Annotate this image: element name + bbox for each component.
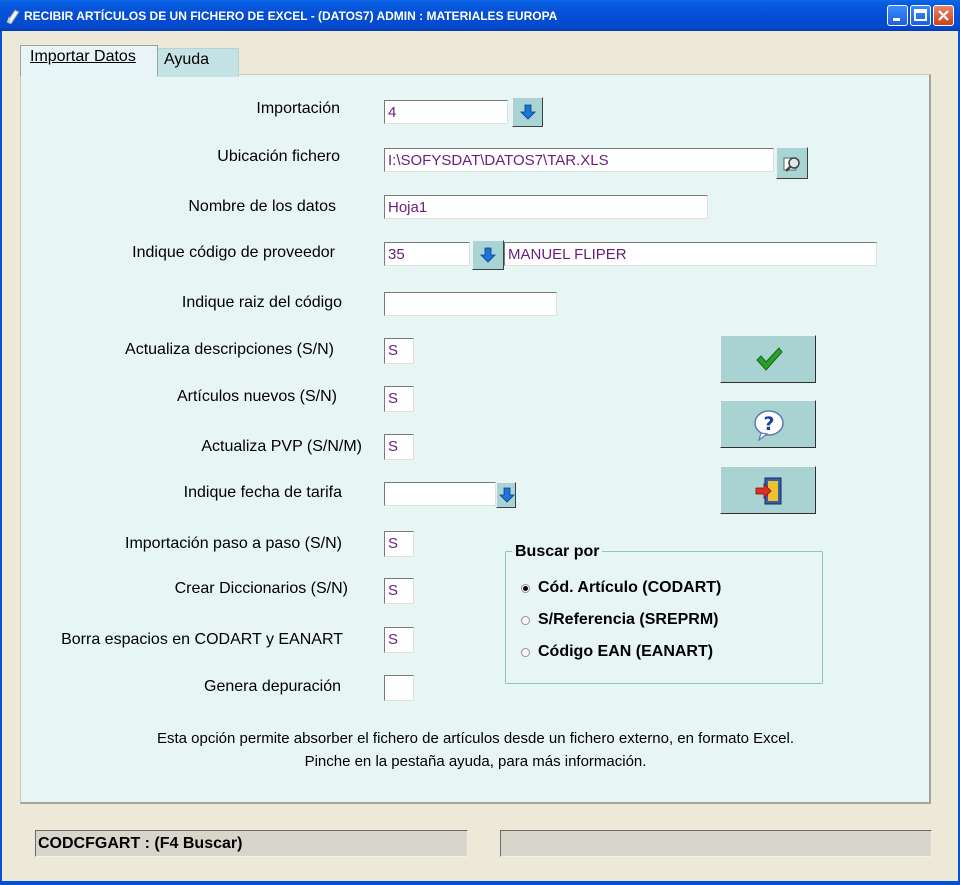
importacion-field[interactable]: 4 <box>384 100 508 124</box>
tab-importar-datos[interactable]: Importar Datos <box>20 45 158 76</box>
borra-espacios-field[interactable]: S <box>384 627 414 653</box>
buscar-por-title: Buscar por <box>512 543 603 561</box>
radio-codart[interactable] <box>521 584 530 593</box>
help-icon: ? <box>754 410 784 441</box>
proveedor-label: Indique código de proveedor <box>132 244 335 261</box>
search-file-icon <box>783 157 800 172</box>
arrow-down-icon <box>499 487 515 503</box>
fecha-tarifa-dropdown-button[interactable] <box>496 482 516 508</box>
articulos-nuevos-field[interactable]: S <box>384 386 414 412</box>
accept-button[interactable] <box>720 335 816 383</box>
minimize-button[interactable] <box>887 5 908 26</box>
actualiza-desc-field[interactable]: S <box>384 338 414 364</box>
diccionarios-label: Crear Diccionarios (S/N) <box>174 580 348 597</box>
nombre-datos-label: Nombre de los datos <box>188 198 336 215</box>
paso-a-paso-label: Importación paso a paso (S/N) <box>125 535 342 552</box>
fecha-tarifa-field[interactable] <box>384 482 496 506</box>
maximize-button[interactable] <box>910 5 931 26</box>
actualiza-pvp-label: Actualiza PVP (S/N/M) <box>201 438 362 455</box>
raiz-codigo-field[interactable] <box>384 292 557 316</box>
arrow-down-icon <box>480 247 496 263</box>
window-title: RECIBIR ARTÍCULOS DE UN FICHERO DE EXCEL… <box>24 9 558 23</box>
nombre-datos-field[interactable]: Hoja1 <box>384 195 708 219</box>
svg-text:?: ? <box>763 413 774 435</box>
tab-ayuda[interactable]: Ayuda <box>157 48 239 77</box>
depuracion-label: Genera depuración <box>204 678 341 695</box>
radio-eanart-label[interactable]: Código EAN (EANART) <box>538 643 713 661</box>
browse-file-button[interactable] <box>776 147 808 179</box>
fecha-tarifa-label: Indique fecha de tarifa <box>183 484 342 501</box>
tab-label: Ayuda <box>164 51 210 68</box>
importacion-dropdown-button[interactable] <box>512 97 543 127</box>
close-button[interactable] <box>933 5 954 26</box>
proveedor-code-field[interactable]: 35 <box>384 242 470 266</box>
diccionarios-field[interactable]: S <box>384 578 414 604</box>
actualiza-pvp-field[interactable]: S <box>384 434 414 460</box>
paso-a-paso-field[interactable]: S <box>384 531 414 557</box>
app-icon <box>6 9 20 24</box>
borra-espacios-label: Borra espacios en CODART y EANART <box>61 631 343 648</box>
proveedor-name-field: MANUEL FLIPER <box>504 242 877 266</box>
exit-button[interactable] <box>720 466 816 514</box>
tab-label: Importar Datos <box>30 48 136 65</box>
importacion-label: Importación <box>256 100 340 117</box>
radio-sreprm-label[interactable]: S/Referencia (SREPRM) <box>538 611 719 629</box>
status-left: CODCFGART : (F4 Buscar) <box>35 830 468 857</box>
actualiza-desc-label: Actualiza descripciones (S/N) <box>125 341 334 358</box>
status-right <box>500 830 932 857</box>
raiz-codigo-label: Indique raiz del código <box>181 294 342 311</box>
ubicacion-label: Ubicación fichero <box>217 148 340 165</box>
radio-sreprm[interactable] <box>521 616 530 625</box>
checkmark-icon <box>756 347 783 371</box>
info-line-2: Pinche en la pestaña ayuda, para más inf… <box>304 753 647 770</box>
title-bar[interactable]: RECIBIR ARTÍCULOS DE UN FICHERO DE EXCEL… <box>0 0 960 31</box>
info-line-1: Esta opción permite absorber el fichero … <box>156 730 794 747</box>
exit-door-icon <box>755 477 782 505</box>
depuracion-field[interactable] <box>384 675 414 701</box>
help-button[interactable]: ? <box>720 400 816 448</box>
radio-eanart[interactable] <box>521 648 530 657</box>
proveedor-dropdown-button[interactable] <box>472 240 504 270</box>
arrow-down-icon <box>520 104 536 120</box>
articulos-nuevos-label: Artículos nuevos (S/N) <box>176 388 337 405</box>
radio-codart-label[interactable]: Cód. Artículo (CODART) <box>538 579 721 597</box>
ubicacion-field[interactable]: I:\SOFYSDAT\DATOS7\TAR.XLS <box>384 148 774 172</box>
